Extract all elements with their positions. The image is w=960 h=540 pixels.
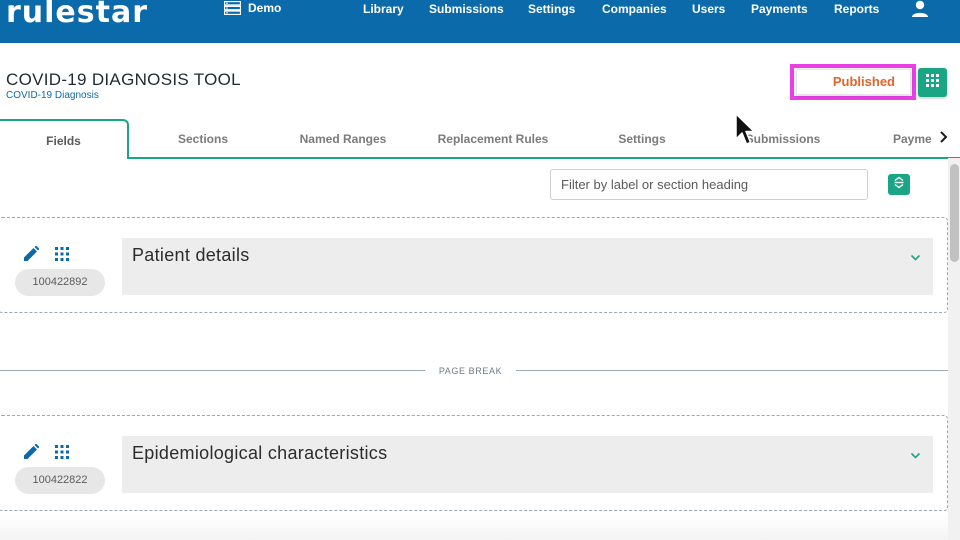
tab-payments[interactable]: Payme bbox=[893, 119, 939, 158]
apps-button[interactable] bbox=[918, 68, 947, 97]
nav-payments[interactable]: Payments bbox=[751, 2, 808, 16]
section-card: 100422822 Epidemiological characteristic… bbox=[0, 415, 948, 511]
section-tools bbox=[23, 443, 69, 465]
page-break-line-right bbox=[516, 370, 948, 371]
tab-fields[interactable]: Fields bbox=[0, 119, 129, 159]
chevron-down-icon[interactable] bbox=[910, 249, 921, 267]
drag-handle-icon[interactable] bbox=[55, 445, 69, 464]
nav-companies[interactable]: Companies bbox=[602, 2, 667, 16]
expand-collapse-icon bbox=[893, 176, 905, 194]
section-title: Epidemiological characteristics bbox=[132, 443, 388, 463]
nav-library[interactable]: Library bbox=[363, 2, 404, 16]
section-tools bbox=[23, 245, 69, 267]
tab-sections[interactable]: Sections bbox=[153, 119, 253, 158]
tab-replacement-rules[interactable]: Replacement Rules bbox=[423, 119, 563, 158]
tab-named-ranges[interactable]: Named Ranges bbox=[283, 119, 403, 158]
grid-icon bbox=[926, 73, 939, 92]
page-break-label: PAGE BREAK bbox=[438, 366, 503, 376]
nav-settings[interactable]: Settings bbox=[528, 2, 575, 16]
section-header[interactable]: Epidemiological characteristics bbox=[122, 436, 933, 493]
scrollbar-thumb[interactable] bbox=[950, 164, 959, 262]
edit-icon[interactable] bbox=[23, 245, 40, 267]
user-icon[interactable] bbox=[911, 0, 929, 23]
nav-submissions[interactable]: Submissions bbox=[429, 2, 504, 16]
collapse-expand-button[interactable] bbox=[888, 174, 910, 195]
chevron-right-icon[interactable] bbox=[939, 130, 948, 149]
workspace-switcher[interactable]: Demo bbox=[224, 1, 281, 15]
filter-input[interactable] bbox=[550, 169, 868, 200]
nav-users[interactable]: Users bbox=[692, 2, 725, 16]
status-button[interactable]: Published bbox=[796, 69, 911, 95]
page-subtitle[interactable]: COVID-19 Diagnosis bbox=[6, 90, 99, 101]
section-title: Patient details bbox=[132, 245, 250, 265]
drag-handle-icon[interactable] bbox=[55, 247, 69, 266]
top-nav: rulestar Demo Library Submissions Settin… bbox=[0, 0, 960, 43]
mouse-cursor-icon bbox=[734, 112, 756, 153]
page-break-line-left bbox=[0, 370, 425, 371]
section-id-badge: 100422822 bbox=[15, 467, 105, 494]
section-id-badge: 100422892 bbox=[15, 269, 105, 296]
nav-reports[interactable]: Reports bbox=[834, 2, 879, 16]
tab-settings[interactable]: Settings bbox=[592, 119, 692, 158]
section-header[interactable]: Patient details bbox=[122, 238, 933, 295]
edit-icon[interactable] bbox=[23, 443, 40, 465]
app-logo[interactable]: rulestar bbox=[6, 0, 148, 30]
next-section-edge bbox=[0, 514, 948, 540]
workspace-label: Demo bbox=[248, 1, 282, 15]
chevron-down-icon[interactable] bbox=[910, 447, 921, 465]
server-icon bbox=[224, 1, 241, 15]
page-title: COVID-19 DIAGNOSIS TOOL bbox=[6, 70, 241, 89]
section-card: 100422892 Patient details bbox=[0, 217, 948, 313]
